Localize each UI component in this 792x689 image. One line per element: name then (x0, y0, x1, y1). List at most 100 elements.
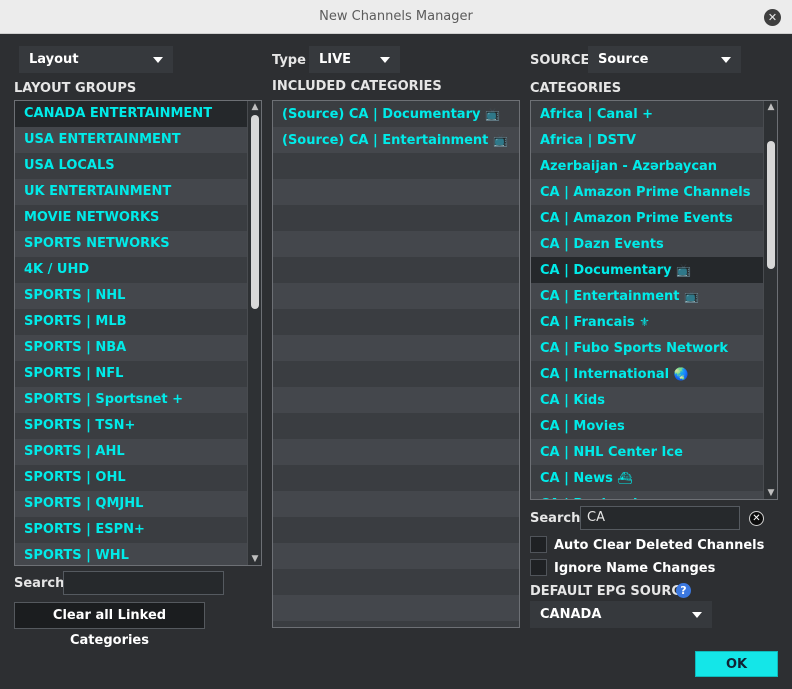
empty-row (273, 309, 519, 335)
layout-select[interactable]: Layout (19, 46, 173, 73)
empty-row (273, 257, 519, 283)
category-item[interactable]: CA | Documentary 📺 (531, 257, 777, 283)
layout-group-item[interactable]: SPORTS | NBA (15, 335, 261, 361)
layout-group-item-label: SPORTS | NBA (24, 340, 127, 355)
category-item[interactable]: CA | Francais ⚜ (531, 309, 777, 335)
layout-groups-heading: LAYOUT GROUPS (14, 81, 137, 96)
epg-source-label: DEFAULT EPG SOURCE (530, 584, 690, 599)
category-emoji-icon: 📺 (492, 133, 508, 147)
category-item[interactable]: CA | News ⛴ (531, 465, 777, 491)
chevron-down-icon (721, 57, 731, 63)
included-category-item[interactable]: (Source) CA | Documentary 📺 (273, 101, 519, 127)
category-item-label: CA | Amazon Prime Channels (540, 185, 751, 200)
scroll-up-icon[interactable]: ▲ (250, 102, 260, 112)
category-item-label: CA | News (540, 471, 613, 486)
layout-group-item[interactable]: SPORTS | TSN+ (15, 413, 261, 439)
categories-scrollbar[interactable]: ▲ ▼ (763, 101, 777, 499)
empty-row (273, 283, 519, 309)
layout-group-item-label: USA LOCALS (24, 158, 115, 173)
channels-manager-dialog: Layout Type LIVE SOURCE Source LAYOUT GR… (0, 34, 792, 689)
category-item[interactable]: Africa | DSTV (531, 127, 777, 153)
chevron-down-icon (380, 57, 390, 63)
type-select[interactable]: LIVE (309, 46, 400, 73)
included-category-item[interactable]: (Source) CA | Entertainment 📺 (273, 127, 519, 153)
scroll-up-icon[interactable]: ▲ (766, 102, 776, 112)
categories-search-input[interactable]: CA (580, 506, 740, 530)
layout-group-item-label: SPORTS | AHL (24, 444, 125, 459)
layout-group-item-label: SPORTS | Sportsnet + (24, 392, 184, 407)
category-item[interactable]: Africa | Canal + (531, 101, 777, 127)
empty-row (273, 465, 519, 491)
layout-group-item[interactable]: UK ENTERTAINMENT (15, 179, 261, 205)
included-category-item-label: (Source) CA | Documentary (282, 107, 481, 122)
category-item-label: CA | International (540, 367, 670, 382)
layout-group-item[interactable]: SPORTS | OHL (15, 465, 261, 491)
empty-row (273, 439, 519, 465)
category-item[interactable]: Azerbaijan - Azərbaycan (531, 153, 777, 179)
layout-group-item[interactable]: USA LOCALS (15, 153, 261, 179)
category-item[interactable]: CA | Regional (531, 491, 777, 499)
source-select[interactable]: Source (588, 46, 741, 73)
layout-group-item[interactable]: 4K / UHD (15, 257, 261, 283)
empty-row (273, 179, 519, 205)
category-item[interactable]: CA | International 🌏 (531, 361, 777, 387)
category-item[interactable]: CA | Amazon Prime Events (531, 205, 777, 231)
included-category-item-label: (Source) CA | Entertainment (282, 133, 489, 148)
help-icon[interactable]: ? (676, 583, 691, 598)
source-select-value: Source (598, 52, 649, 67)
category-item-label: CA | Amazon Prime Events (540, 211, 733, 226)
auto-clear-checkbox[interactable] (530, 536, 547, 553)
category-item-label: CA | Kids (540, 393, 605, 408)
empty-row (273, 517, 519, 543)
ok-button[interactable]: OK (695, 651, 778, 677)
category-item-label: Africa | DSTV (540, 133, 636, 148)
empty-row (273, 335, 519, 361)
categories-list[interactable]: Africa | Canal + Africa | DSTV Azerbaija… (530, 100, 778, 500)
layout-search-input[interactable] (63, 571, 224, 595)
included-categories-list[interactable]: (Source) CA | Documentary 📺 (Source) CA |… (272, 100, 520, 628)
empty-row (273, 413, 519, 439)
layout-group-item[interactable]: SPORTS | AHL (15, 439, 261, 465)
empty-row (273, 543, 519, 569)
epg-source-value: CANADA (540, 607, 602, 622)
clear-linked-categories-button[interactable]: Clear all Linked Categories (14, 602, 205, 648)
scroll-thumb[interactable] (251, 115, 259, 309)
scroll-down-icon[interactable]: ▼ (250, 554, 260, 564)
layout-group-item[interactable]: USA ENTERTAINMENT (15, 127, 261, 153)
title-bar: New Channels Manager ✕ (0, 0, 792, 34)
layout-search-label: Search (14, 576, 65, 591)
category-item[interactable]: CA | Fubo Sports Network (531, 335, 777, 361)
category-item-label: Africa | Canal + (540, 107, 654, 122)
layout-group-item[interactable]: MOVIE NETWORKS (15, 205, 261, 231)
category-item[interactable]: CA | Dazn Events (531, 231, 777, 257)
layout-group-item[interactable]: SPORTS | ESPN+ (15, 517, 261, 543)
layout-group-item[interactable]: CANADA ENTERTAINMENT (15, 101, 261, 127)
clear-search-icon[interactable]: ✕ (749, 511, 764, 526)
category-item[interactable]: CA | Kids (531, 387, 777, 413)
category-item[interactable]: CA | Movies (531, 413, 777, 439)
category-item[interactable]: CA | Entertainment 📺 (531, 283, 777, 309)
category-item-label: CA | Francais (540, 315, 635, 330)
layout-group-item[interactable]: SPORTS | NFL (15, 361, 261, 387)
scroll-thumb[interactable] (767, 141, 775, 269)
epg-source-select[interactable]: CANADA (530, 601, 712, 628)
layout-group-item[interactable]: SPORTS | Sportsnet + (15, 387, 261, 413)
scroll-down-icon[interactable]: ▼ (766, 488, 776, 498)
close-icon[interactable]: ✕ (764, 9, 781, 26)
layout-group-item[interactable]: SPORTS | MLB (15, 309, 261, 335)
layout-groups-list[interactable]: CANADA ENTERTAINMENT USA ENTERTAINMENT USA… (14, 100, 262, 566)
layout-groups-scrollbar[interactable]: ▲ ▼ (247, 101, 261, 565)
empty-row (273, 569, 519, 595)
layout-group-item[interactable]: SPORTS | WHL (15, 543, 261, 565)
empty-row (273, 361, 519, 387)
category-emoji-icon: ⚜ (639, 315, 650, 329)
layout-group-item[interactable]: SPORTS | NHL (15, 283, 261, 309)
ignore-names-checkbox[interactable] (530, 559, 547, 576)
layout-group-item[interactable]: SPORTS NETWORKS (15, 231, 261, 257)
layout-group-item-label: 4K / UHD (24, 262, 90, 277)
empty-row (273, 595, 519, 621)
category-item[interactable]: CA | Amazon Prime Channels (531, 179, 777, 205)
category-item[interactable]: CA | NHL Center Ice (531, 439, 777, 465)
layout-group-item[interactable]: SPORTS | QMJHL (15, 491, 261, 517)
category-item-label: CA | Movies (540, 419, 625, 434)
